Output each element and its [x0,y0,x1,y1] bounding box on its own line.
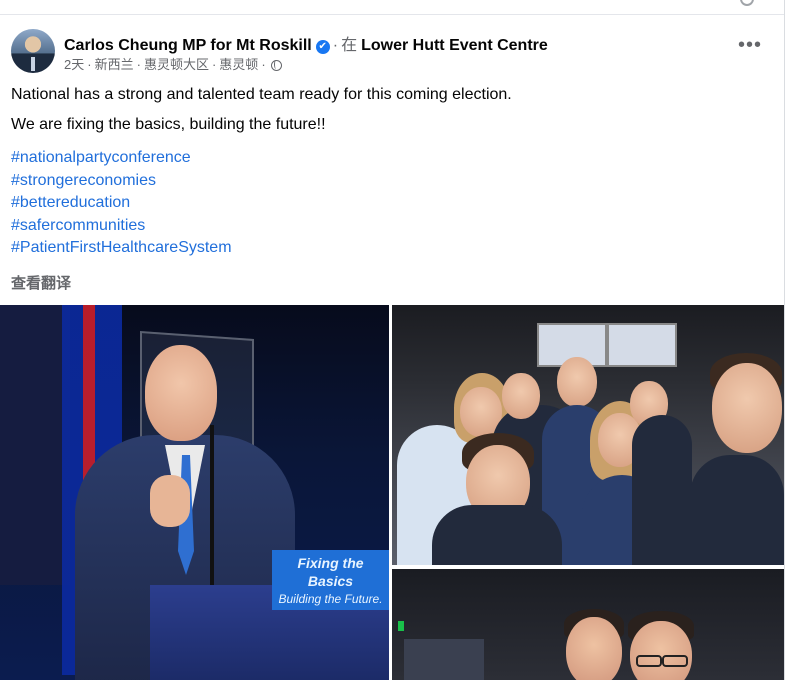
display-screen [607,323,677,367]
post-meta: 2天 · 新西兰 · 惠灵顿大区 · 惠灵顿 · [64,54,282,73]
sign-line-1: Fixing the Basics [297,555,364,589]
hashtag-link[interactable]: #safercommunities [11,215,771,238]
partial-icon [740,0,754,6]
post-photo-speaker[interactable]: Fixing the Basics Building the Future. [0,305,389,680]
meta-place-country: 新西兰 [94,57,134,72]
previous-post-edge [0,0,784,15]
hashtag-link[interactable]: #PatientFirstHealthcareSystem [11,237,771,260]
verified-badge-icon: ✔ [315,40,330,54]
post-photo-selfie-pair[interactable] [392,569,784,680]
speaker-head [145,345,217,441]
post-photo-group-selfie[interactable] [392,305,784,565]
see-translation-link[interactable]: 查看翻译 [11,272,71,293]
globe-icon[interactable] [270,60,282,71]
hashtag-list: #nationalpartyconference #strongereconom… [11,147,771,260]
hashtag-link[interactable]: #nationalpartyconference [11,147,771,170]
author-avatar[interactable] [11,29,55,73]
post-line-2: We are fixing the basics, building the f… [11,116,326,133]
feed-post: Carlos Cheung MP for Mt Roskill ✔ · 在 Lower … [0,0,785,680]
at-label: 在 [341,37,358,54]
author-name-link[interactable]: Carlos Cheung MP for Mt Roskill [64,37,312,54]
sign-line-2: Building the Future. [278,592,383,606]
more-options-button[interactable]: ••• [736,35,764,60]
meta-place-region: 惠灵顿大区 [143,57,209,72]
meta-place-city: 惠灵顿 [219,57,259,72]
post-text: National has a strong and talented team … [11,84,771,260]
post-line-1: National has a strong and talented team … [11,86,512,103]
podium-sign: Fixing the Basics Building the Future. [272,550,389,610]
post-header: Carlos Cheung MP for Mt Roskill ✔ · 在 Lower … [64,31,548,55]
separator-dot: · [332,37,339,54]
hashtag-link[interactable]: #bettereducation [11,192,771,215]
post-timestamp[interactable]: 2天 [64,57,84,72]
location-link[interactable]: Lower Hutt Event Centre [361,37,548,54]
hashtag-link[interactable]: #strongereconomies [11,170,771,193]
